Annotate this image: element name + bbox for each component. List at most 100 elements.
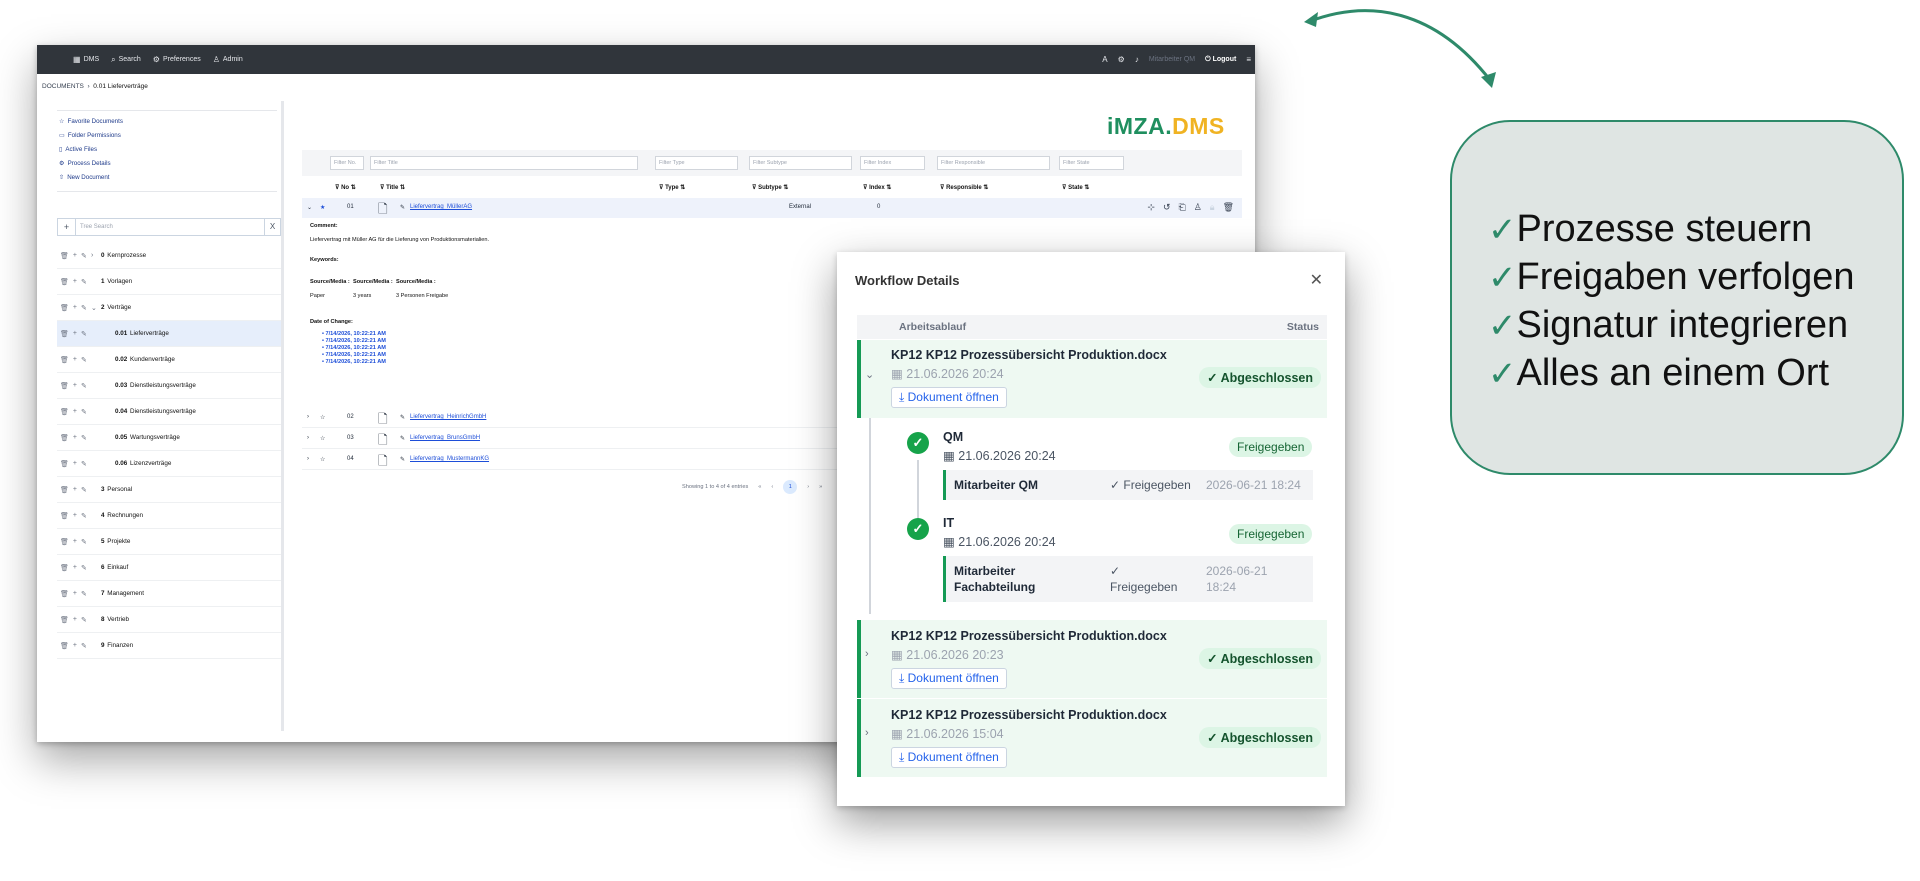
edit-icon[interactable]: ✎	[81, 330, 87, 338]
tree-item[interactable]: 🗑︎ + ✎ 6 Einkauf	[57, 555, 281, 581]
edit-icon[interactable]: ✎	[81, 512, 87, 520]
doc-title-link[interactable]: Liefervertrag_BrunsGmbH	[410, 435, 480, 441]
star-icon[interactable]: ☆	[320, 456, 325, 463]
plus-icon[interactable]: +	[73, 304, 77, 312]
doc-title-link[interactable]: Liefervertrag_MüllerAG	[410, 204, 472, 210]
plus-icon[interactable]: +	[73, 382, 77, 390]
column-responsible[interactable]: ⊽ Responsible ⇅	[940, 184, 988, 191]
workflow-entry[interactable]: › KP12 KP12 Prozessübersicht Produktion.…	[857, 620, 1327, 698]
trash-icon[interactable]: 🗑︎	[60, 512, 69, 520]
column-title[interactable]: ⊽ Title ⇅	[380, 184, 405, 191]
filter-type-input[interactable]: Filter Type	[655, 156, 738, 170]
checkout-icon[interactable]: ⎗	[1178, 202, 1185, 213]
quick-link-permissions[interactable]: ▭ Folder Permissions	[59, 129, 123, 143]
tree-item[interactable]: 🗑︎ + ✎ 3 Personal	[57, 477, 281, 503]
edit-icon[interactable]: ✎	[81, 408, 87, 416]
trash-icon[interactable]: 🗑︎	[60, 304, 69, 312]
menu-icon[interactable]: ≡	[1246, 55, 1251, 64]
tree-item[interactable]: 🗑︎ + ✎ 0.05 Wartungsverträge	[57, 425, 281, 451]
bell-icon[interactable]: ♪	[1135, 55, 1139, 64]
chevron-right-icon[interactable]: ›	[91, 252, 101, 259]
trash-icon[interactable]: 🗑︎	[60, 590, 69, 598]
plus-icon[interactable]: +	[73, 356, 77, 364]
chevron-right-icon[interactable]: ›	[307, 435, 309, 441]
edit-icon[interactable]: ✎	[81, 642, 87, 650]
tree-item[interactable]: 🗑︎ + ✎ ⌄ 2 Verträge	[57, 295, 281, 321]
plus-icon[interactable]: +	[73, 564, 77, 572]
plus-icon[interactable]: +	[73, 408, 77, 416]
tree-item[interactable]: 🗑︎ + ✎ 5 Projekte	[57, 529, 281, 555]
trash-icon[interactable]: 🗑︎	[60, 434, 69, 442]
doc-title-link[interactable]: Liefervertrag_HeinrichGmbH	[410, 414, 486, 420]
edit-icon[interactable]: ✎	[81, 252, 87, 260]
column-no[interactable]: ⊽ No ⇅	[335, 184, 356, 191]
nav-search[interactable]: ⌕ Search	[111, 55, 141, 64]
edit-icon[interactable]: ✎	[81, 356, 87, 364]
workflow-icon[interactable]: ⊹	[1147, 202, 1155, 213]
trash-icon[interactable]: 🗑︎	[60, 356, 69, 364]
trash-icon[interactable]: 🗑︎	[60, 564, 69, 572]
tree-item[interactable]: 🗑︎ + ✎ 0.06 Lizenzverträge	[57, 451, 281, 477]
star-icon[interactable]: ☆	[320, 435, 325, 442]
column-subtype[interactable]: ⊽ Subtype ⇅	[752, 184, 788, 191]
doc-title-link[interactable]: Liefervertrag_MustermannKG	[410, 456, 489, 462]
tree-item[interactable]: 🗑︎ + ✎ 1 Vorlagen	[57, 269, 281, 295]
tree-item[interactable]: 🗑︎ + ✎ 4 Rechnungen	[57, 503, 281, 529]
trash-icon[interactable]: 🗑︎	[60, 460, 69, 468]
logout-button[interactable]: ⏻ Logout	[1205, 56, 1236, 64]
quick-link-new-document[interactable]: ⇧ New Document	[59, 171, 123, 185]
edit-icon[interactable]: ✎	[400, 414, 405, 421]
workflow-entry[interactable]: › KP12 KP12 Prozessübersicht Produktion.…	[857, 699, 1327, 777]
chevron-down-icon[interactable]: ⌄	[865, 368, 874, 381]
nav-preferences[interactable]: ⚙ Preferences	[153, 55, 201, 64]
table-row[interactable]: ⌄ ★ 01 🗋 ✎ Liefervertrag_MüllerAG Extern…	[302, 198, 1242, 218]
plus-icon[interactable]: +	[73, 252, 77, 260]
open-document-button[interactable]: ⤓ Dokument öffnen	[891, 387, 1007, 408]
plus-icon[interactable]: +	[73, 590, 77, 598]
star-icon[interactable]: ☆	[320, 414, 325, 421]
quick-link-active-files[interactable]: ▯ Active Files	[59, 143, 123, 157]
column-index[interactable]: ⊽ Index ⇅	[863, 184, 891, 191]
plus-icon[interactable]: +	[73, 460, 77, 468]
plus-icon[interactable]: +	[73, 512, 77, 520]
tree-item[interactable]: 🗑︎ + ✎ 0.04 Dienstleistungsverträge	[57, 399, 281, 425]
language-icon[interactable]: A	[1102, 55, 1107, 64]
close-icon[interactable]: ✕	[1310, 270, 1323, 290]
quick-link-favorites[interactable]: ☆ Favorite Documents	[59, 115, 123, 129]
plus-icon[interactable]: +	[73, 538, 77, 546]
tree-search-input[interactable]: Tree Search	[80, 224, 113, 230]
edit-icon[interactable]: ✎	[81, 434, 87, 442]
column-type[interactable]: ⊽ Type ⇅	[659, 184, 685, 191]
delete-icon[interactable]: 🗑︎	[1223, 202, 1234, 213]
nav-admin[interactable]: ♙ Admin	[213, 55, 243, 64]
tree-item[interactable]: 🗑︎ + ✎ 7 Management	[57, 581, 281, 607]
next-page-button[interactable]: ›	[807, 484, 809, 490]
quick-link-process-details[interactable]: ⚙ Process Details	[59, 157, 123, 171]
plus-icon[interactable]: +	[73, 434, 77, 442]
edit-icon[interactable]: ✎	[81, 538, 87, 546]
chevron-right-icon[interactable]: ›	[307, 456, 309, 462]
edit-icon[interactable]: ✎	[81, 486, 87, 494]
trash-icon[interactable]: 🗑︎	[60, 278, 69, 286]
trash-icon[interactable]: 🗑︎	[60, 538, 69, 546]
filter-state-input[interactable]: Filter State	[1059, 156, 1124, 170]
trash-icon[interactable]: 🗑︎	[60, 252, 69, 260]
plus-icon[interactable]: +	[73, 642, 77, 650]
lock-icon[interactable]: 🔒︎	[1210, 202, 1215, 213]
trash-icon[interactable]: 🗑︎	[60, 382, 69, 390]
chevron-down-icon[interactable]: ⌄	[91, 304, 101, 312]
plus-icon[interactable]: +	[73, 486, 77, 494]
edit-icon[interactable]: ✎	[400, 456, 405, 463]
edit-icon[interactable]: ✎	[81, 460, 87, 468]
chevron-right-icon[interactable]: ›	[307, 414, 309, 420]
open-document-button[interactable]: ⤓ Dokument öffnen	[891, 668, 1007, 689]
first-page-button[interactable]: «	[758, 484, 761, 490]
breadcrumb-root[interactable]: DOCUMENTS	[42, 83, 84, 90]
tree-item[interactable]: 🗑︎ + ✎ 0.01 Lieferverträge	[57, 321, 281, 347]
add-folder-button[interactable]: +	[58, 219, 76, 235]
filter-responsible-input[interactable]: Filter Responsible	[937, 156, 1050, 170]
tree-item[interactable]: 🗑︎ + ✎ 8 Vertrieb	[57, 607, 281, 633]
tree-item[interactable]: 🗑︎ + ✎ 9 Finanzen	[57, 633, 281, 659]
edit-icon[interactable]: ✎	[81, 616, 87, 624]
trash-icon[interactable]: 🗑︎	[60, 616, 69, 624]
